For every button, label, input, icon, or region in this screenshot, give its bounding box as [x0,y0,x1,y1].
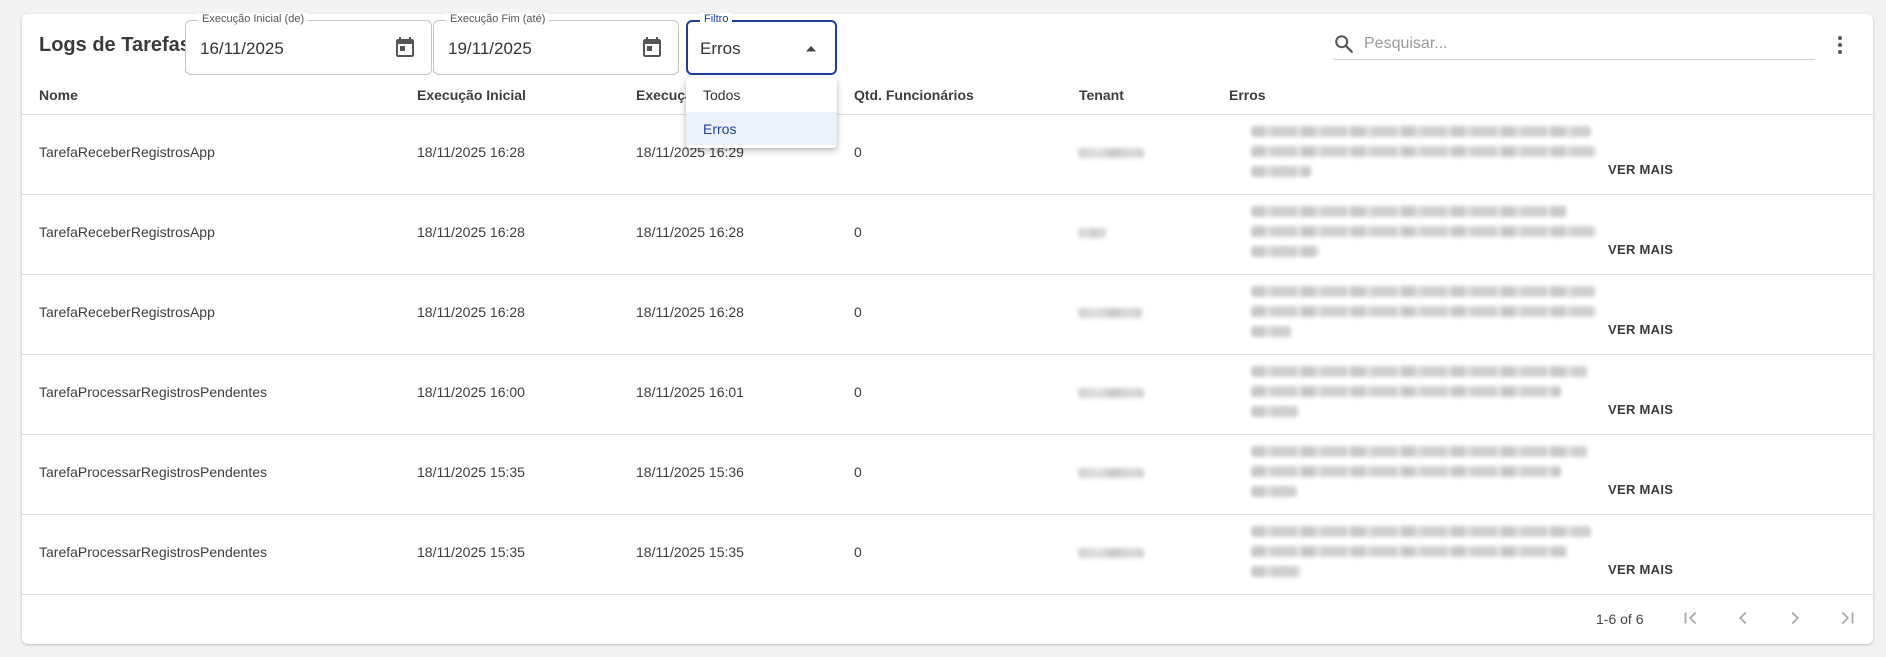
end-date-value: 19/11/2025 [448,39,532,58]
filter-value: Erros [700,39,741,58]
cell-execucao-fim: 18/11/2025 15:35 [636,544,744,560]
table-row: TarefaReceberRegistrosApp 18/11/2025 16:… [22,274,1873,355]
table-row: TarefaProcessarRegistrosPendentes 18/11/… [22,434,1873,515]
calendar-icon[interactable] [640,35,664,59]
errors-redacted [1251,282,1595,344]
ver-mais-button[interactable]: VER MAIS [1608,482,1673,497]
cell-execucao-fim: 18/11/2025 16:01 [636,384,744,400]
cell-nome: TarefaReceberRegistrosApp [39,224,215,240]
search-icon [1335,35,1353,53]
errors-redacted [1251,522,1595,584]
page-title: Logs de Tarefas [39,34,191,56]
ver-mais-button[interactable]: VER MAIS [1608,242,1673,257]
ver-mais-button[interactable]: VER MAIS [1608,402,1673,417]
table-header: Nome Execução Inicial Execução Fim Qtd. … [22,80,1873,115]
ver-mais-button[interactable]: VER MAIS [1608,562,1673,577]
ver-mais-button[interactable]: VER MAIS [1608,162,1673,177]
table-row: TarefaReceberRegistrosApp 18/11/2025 16:… [22,114,1873,195]
tenant-redacted [1078,548,1144,558]
filter-option-erros[interactable]: Erros [686,112,837,145]
errors-redacted [1251,442,1595,504]
more-vert-icon[interactable] [1830,34,1850,56]
pagination-range: 1-6 of 6 [1596,611,1644,627]
cell-qtd: 0 [854,304,862,320]
tenant-redacted [1078,388,1144,398]
cell-nome: TarefaReceberRegistrosApp [39,304,215,320]
ver-mais-button[interactable]: VER MAIS [1608,322,1673,337]
start-date-value: 16/11/2025 [200,39,284,58]
tenant-redacted [1078,308,1142,318]
cell-qtd: 0 [854,384,862,400]
cell-nome: TarefaProcessarRegistrosPendentes [39,544,268,560]
errors-redacted [1251,362,1595,424]
column-nome[interactable]: Nome [39,87,78,103]
tenant-redacted [1078,148,1144,158]
end-date-field[interactable]: Execução Fim (até) 19/11/2025 [433,13,679,75]
cell-execucao-inicial: 18/11/2025 15:35 [417,464,525,480]
errors-redacted [1251,122,1595,184]
cell-qtd: 0 [854,224,862,240]
cell-execucao-inicial: 18/11/2025 16:00 [417,384,525,400]
cell-execucao-inicial: 18/11/2025 15:35 [417,544,525,560]
chevron-left-icon[interactable] [1732,607,1754,629]
calendar-icon[interactable] [393,35,417,59]
filter-option-todos[interactable]: Todos [686,78,837,111]
cell-qtd: 0 [854,144,862,160]
cell-execucao-fim: 18/11/2025 15:36 [636,464,744,480]
search-placeholder[interactable]: Pesquisar... [1364,35,1448,53]
column-execucao-inicial[interactable]: Execução Inicial [417,87,526,103]
cell-execucao-inicial: 18/11/2025 16:28 [417,304,525,320]
cell-nome: TarefaReceberRegistrosApp [39,144,215,160]
errors-redacted [1251,202,1595,264]
table-row: TarefaReceberRegistrosApp 18/11/2025 16:… [22,194,1873,275]
chevron-right-icon[interactable] [1784,607,1806,629]
cell-qtd: 0 [854,544,862,560]
cell-nome: TarefaProcessarRegistrosPendentes [39,464,268,480]
table-row: TarefaProcessarRegistrosPendentes 18/11/… [22,354,1873,435]
cell-execucao-fim: 18/11/2025 16:28 [636,304,744,320]
tenant-redacted [1078,228,1106,238]
filter-dropdown-menu: Todos Erros [686,78,837,148]
column-qtd-funcionarios[interactable]: Qtd. Funcionários [854,87,974,103]
tenant-redacted [1078,468,1144,478]
end-date-label: Execução Fim (até) [446,13,550,25]
cell-execucao-inicial: 18/11/2025 16:28 [417,144,525,160]
first-page-icon[interactable] [1680,607,1702,629]
cell-nome: TarefaProcessarRegistrosPendentes [39,384,268,400]
start-date-label: Execução Inicial (de) [198,13,309,25]
search-field[interactable]: Pesquisar... [1333,30,1815,60]
cell-execucao-fim: 18/11/2025 16:28 [636,224,744,240]
cell-qtd: 0 [854,464,862,480]
filter-select[interactable]: Filtro Erros [686,13,837,75]
column-erros[interactable]: Erros [1229,87,1266,103]
caret-up-icon[interactable] [805,45,817,52]
last-page-icon[interactable] [1836,607,1858,629]
filter-label: Filtro [700,13,733,25]
table-row: TarefaProcessarRegistrosPendentes 18/11/… [22,514,1873,595]
column-tenant[interactable]: Tenant [1079,87,1124,103]
start-date-field[interactable]: Execução Inicial (de) 16/11/2025 [185,13,432,75]
cell-execucao-inicial: 18/11/2025 16:28 [417,224,525,240]
